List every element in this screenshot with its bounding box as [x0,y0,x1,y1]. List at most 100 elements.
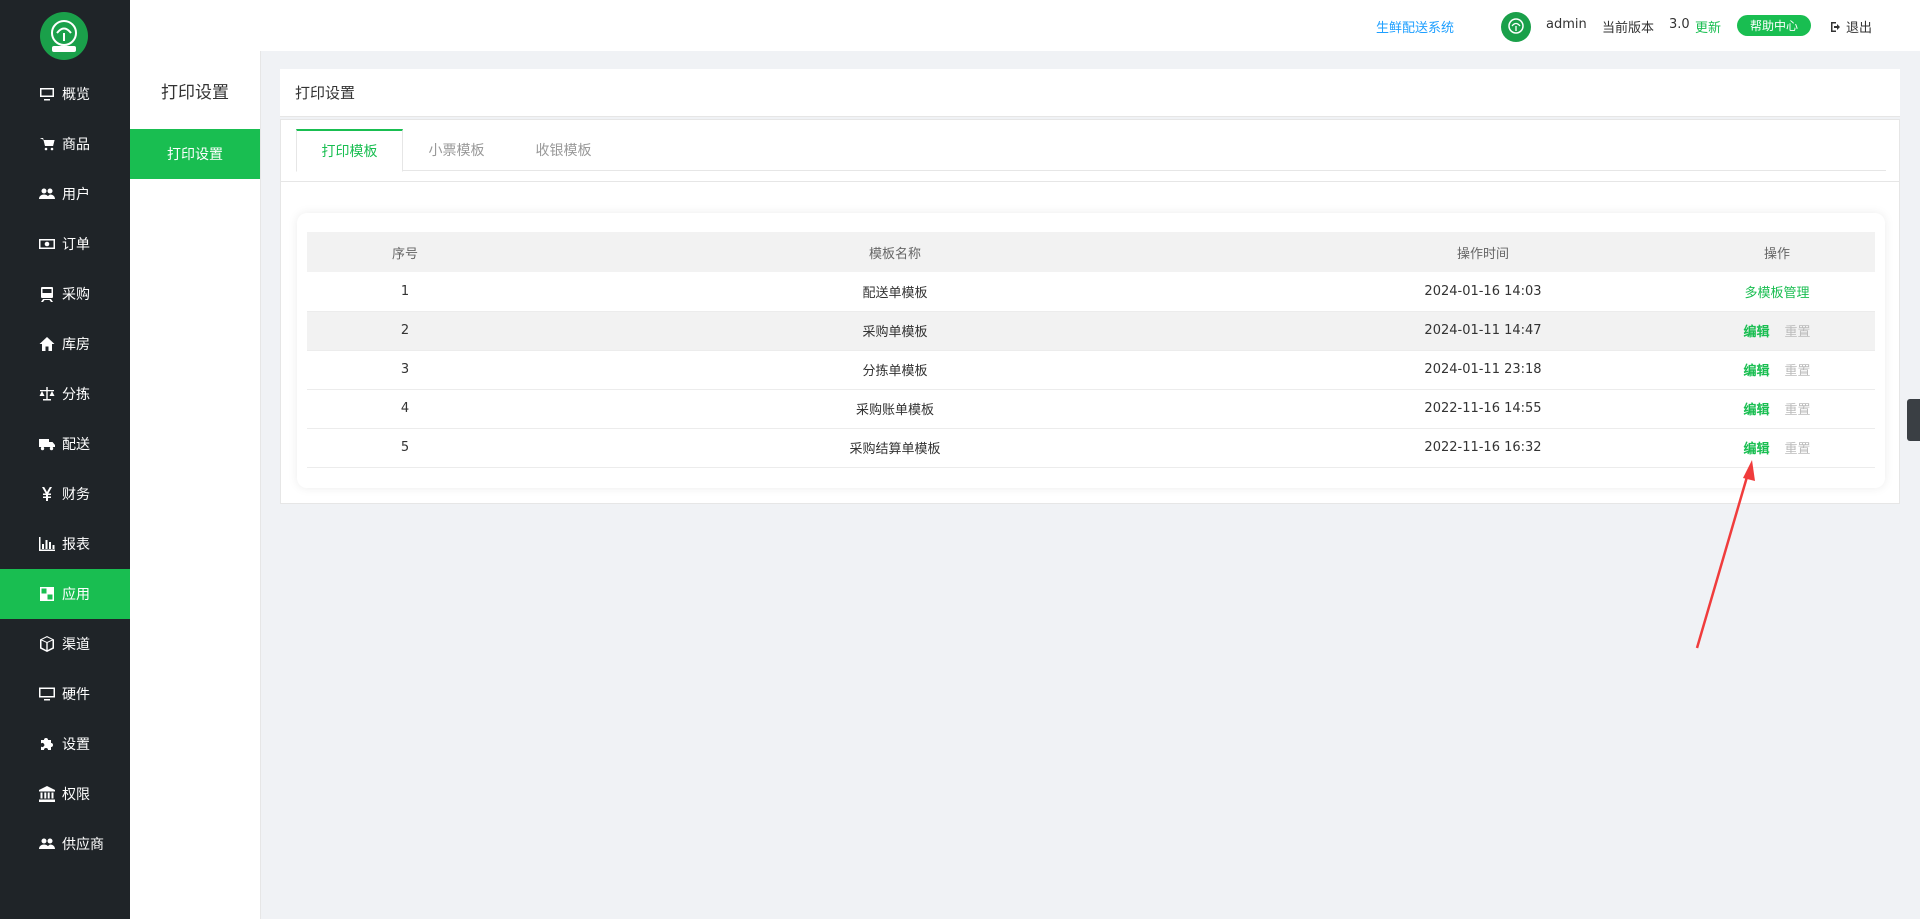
sidebar-item-label: 配送 [62,437,90,453]
sidebar-item-label: 分拣 [62,387,90,403]
cell-actions: 编辑 重置 [1679,311,1875,350]
truck-icon [38,435,56,453]
sidebar-item-suppliers[interactable]: 供应商 [0,819,130,869]
sidebar-item-reports[interactable]: 报表 [0,519,130,569]
tab-cashier-template[interactable]: 收银模板 [510,129,617,171]
sidebar-item-hardware[interactable]: 硬件 [0,669,130,719]
edit-link[interactable]: 编辑 [1743,360,1769,379]
template-card: 序号 模板名称 操作时间 操作 1 配送单模板 2024-01-16 14:03… [297,213,1885,488]
reset-link[interactable]: 重置 [1785,360,1811,379]
yen-icon [38,485,56,503]
reset-link[interactable]: 重置 [1785,321,1811,340]
sidebar-item-label: 应用 [62,587,90,603]
subbar-item-print-settings[interactable]: 打印设置 [130,129,260,179]
table-row: 4 采购账单模板 2022-11-16 14:55 编辑 重置 [307,389,1875,428]
cell-time: 2024-01-11 23:18 [1424,362,1542,377]
cell-no: 2 [400,323,410,338]
sidebar-item-label: 渠道 [62,637,90,653]
sidebar-item-orders[interactable]: 订单 [0,219,130,269]
brand-logo[interactable] [40,12,88,60]
elephant-logo-icon [51,20,77,52]
edit-link[interactable]: 编辑 [1743,438,1769,457]
sidebar-item-label: 权限 [62,787,90,803]
cell-time: 2024-01-11 14:47 [1424,323,1542,338]
users-icon [38,185,56,203]
sidebar-item-label: 概览 [62,87,90,103]
version-number: 3.0 [1669,17,1690,32]
column-header-time: 操作时间 [1456,246,1509,262]
table-row: 5 采购结算单模板 2022-11-16 16:32 编辑 重置 [307,428,1875,467]
reset-link[interactable]: 重置 [1785,438,1811,457]
user-avatar[interactable] [1501,12,1531,42]
column-header-name: 模板名称 [868,246,921,262]
sidebar-item-label: 报表 [62,537,90,553]
cell-time: 2022-11-16 14:55 [1424,401,1542,416]
monitor-icon [38,85,56,103]
sidebar-item-apps[interactable]: 应用 [0,569,130,619]
sidebar-item-finance[interactable]: 财务 [0,469,130,519]
sidebar-item-label: 采购 [62,287,90,303]
sidebar-item-delivery[interactable]: 配送 [0,419,130,469]
column-header-actions: 操作 [1763,246,1790,262]
cell-name: 采购结算单模板 [849,442,941,457]
cell-name: 采购单模板 [862,325,928,340]
logout-icon [1831,21,1840,32]
cell-actions: 多模板管理 [1679,272,1875,311]
sidebar-item-label: 用户 [62,187,90,203]
logout-label: 退出 [1846,21,1873,36]
sidebar-item-label: 财务 [62,487,90,503]
divider [281,181,1899,182]
balance-icon [38,385,56,403]
sidebar-item-label: 硬件 [62,687,90,703]
version-label: 当前版本 [1602,21,1655,36]
side-drawer-handle[interactable] [1907,399,1920,441]
main-sidebar: 概览 商品 用户 订单 采购 库房 分拣 配送 财务 报表 应用 渠道 硬件 设… [0,0,130,919]
sidebar-item-warehouse[interactable]: 库房 [0,319,130,369]
template-table: 序号 模板名称 操作时间 操作 1 配送单模板 2024-01-16 14:03… [307,232,1875,468]
home-icon [38,335,56,353]
sub-sidebar: 打印设置 打印设置 [130,51,261,919]
cell-name: 分拣单模板 [862,364,928,379]
edit-link[interactable]: 编辑 [1743,399,1769,418]
cell-name: 采购账单模板 [855,403,934,418]
multi-template-manage-link[interactable]: 多模板管理 [1744,286,1809,301]
sidebar-nav: 概览 商品 用户 订单 采购 库房 分拣 配送 财务 报表 应用 渠道 硬件 设… [0,69,130,869]
cell-actions: 编辑 重置 [1679,428,1875,467]
reset-link[interactable]: 重置 [1785,399,1811,418]
money-icon [38,235,56,253]
desktop-icon [38,685,56,703]
tab-print-template[interactable]: 打印模板 [296,129,403,172]
sidebar-item-goods[interactable]: 商品 [0,119,130,169]
username[interactable]: admin [1546,17,1587,32]
table-header-row: 序号 模板名称 操作时间 操作 [307,232,1875,272]
sidebar-item-purchase[interactable]: 采购 [0,269,130,319]
cell-no: 3 [400,362,410,377]
update-link[interactable]: 更新 [1695,17,1721,36]
page-title: 打印设置 [280,69,1900,117]
tab-receipt-template[interactable]: 小票模板 [403,129,510,171]
cell-no: 4 [400,401,410,416]
cell-actions: 编辑 重置 [1679,389,1875,428]
cell-time: 2024-01-16 14:03 [1424,283,1542,299]
cell-no: 1 [400,283,410,299]
edit-link[interactable]: 编辑 [1743,321,1769,340]
users-icon [38,835,56,853]
sidebar-item-label: 设置 [62,737,90,753]
main-panel: 打印模板 小票模板 收银模板 序号 模板名称 操作时间 操作 1 配送单模板 2… [280,119,1900,504]
sidebar-item-settings[interactable]: 设置 [0,719,130,769]
table-row: 3 分拣单模板 2024-01-11 23:18 编辑 重置 [307,350,1875,389]
sidebar-item-sorting[interactable]: 分拣 [0,369,130,419]
help-center-button[interactable]: 帮助中心 [1737,15,1811,36]
bank-icon [38,785,56,803]
sidebar-item-channels[interactable]: 渠道 [0,619,130,669]
table-row: 2 采购单模板 2024-01-11 14:47 编辑 重置 [307,311,1875,350]
cell-name: 配送单模板 [862,285,928,301]
apps-icon [38,585,56,603]
logout-button[interactable]: 退出 [1830,17,1872,36]
train-icon [38,285,56,303]
sidebar-item-overview[interactable]: 概览 [0,69,130,119]
cell-no: 5 [400,440,410,455]
sidebar-item-users[interactable]: 用户 [0,169,130,219]
sidebar-item-permissions[interactable]: 权限 [0,769,130,819]
system-link[interactable]: 生鲜配送系统 [1376,17,1454,36]
